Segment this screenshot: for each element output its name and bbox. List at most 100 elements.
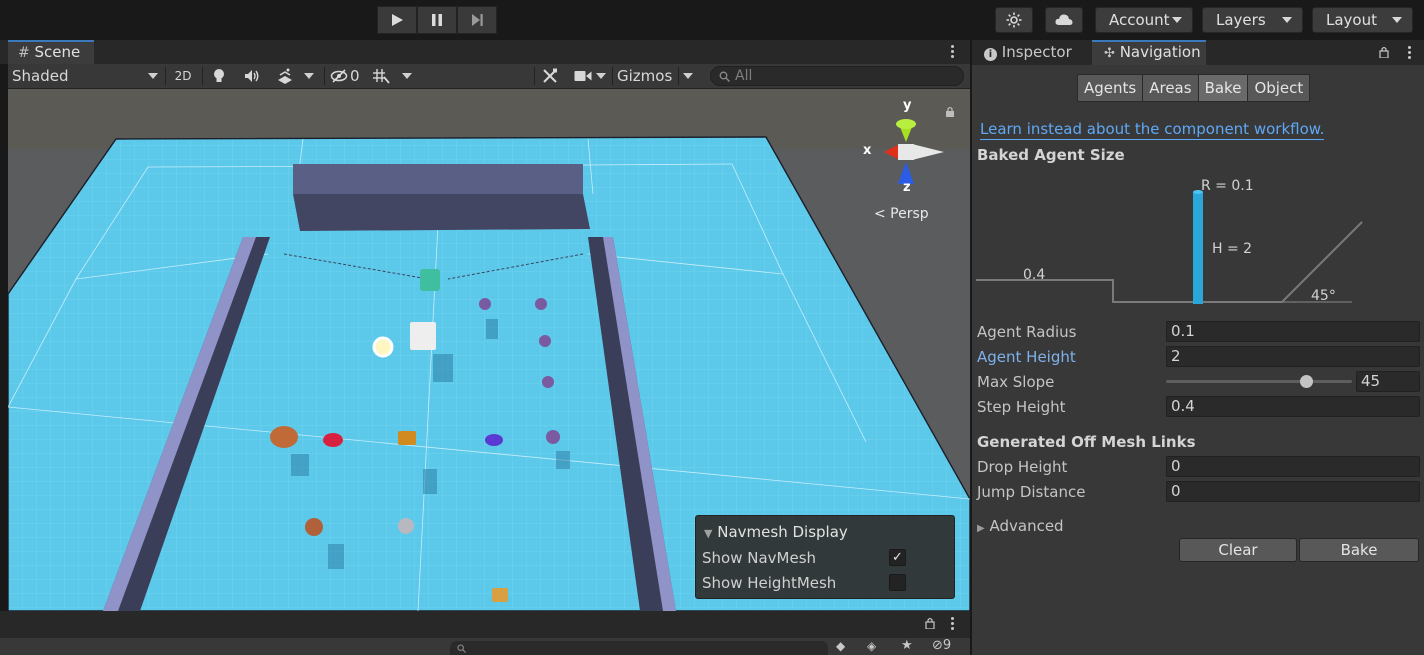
- hidden-objects-toggle[interactable]: ⊘9: [932, 638, 951, 653]
- overlay-title: Navmesh Display: [717, 523, 848, 541]
- scene-menu-icon[interactable]: [951, 45, 955, 60]
- lower-panel: ◆ ◈ ★ ⊘9: [0, 611, 970, 655]
- grid-snap-icon: [373, 69, 390, 84]
- playback-controls: [377, 6, 497, 34]
- tools-button[interactable]: [542, 64, 562, 88]
- navigation-panel: i Inspector ✣ Navigation Agents Areas Ba…: [972, 40, 1424, 655]
- overlay-title-row[interactable]: ▼ Navmesh Display: [704, 523, 848, 541]
- jump-distance-label: Jump Distance: [977, 483, 1086, 501]
- scene-search-input[interactable]: All: [710, 66, 964, 86]
- effects-dropdown[interactable]: [304, 64, 318, 88]
- tab-navigation[interactable]: ✣ Navigation: [1092, 40, 1206, 65]
- axis-x-label: x: [863, 143, 872, 158]
- grid-dropdown[interactable]: [402, 64, 416, 88]
- component-workflow-link[interactable]: Learn instead about the component workfl…: [980, 120, 1325, 140]
- audio-toggle[interactable]: [244, 64, 264, 88]
- tab-scene[interactable]: # Scene: [8, 40, 94, 64]
- max-slope-slider-thumb[interactable]: [1299, 375, 1313, 388]
- projection-label[interactable]: < Persp: [874, 206, 929, 222]
- light-gizmo: [372, 336, 394, 358]
- panel-menu-icon[interactable]: [1408, 46, 1412, 61]
- play-button[interactable]: [377, 6, 417, 34]
- effects-icon: [278, 68, 292, 84]
- axis-z-label: z: [903, 180, 911, 195]
- agent-radius-field[interactable]: 0.1: [1166, 321, 1420, 342]
- clear-button[interactable]: Clear: [1179, 538, 1297, 562]
- tab-agents[interactable]: Agents: [1077, 74, 1144, 102]
- show-navmesh-checkbox[interactable]: ✓: [889, 549, 906, 566]
- baked-agent-size-title: Baked Agent Size: [977, 146, 1125, 164]
- advanced-foldout[interactable]: ▶ Advanced: [977, 517, 1064, 535]
- gizmos-dropdown[interactable]: [683, 64, 697, 88]
- hidden-eye-icon: [330, 69, 348, 83]
- back-wall-top: [293, 164, 583, 194]
- scene-tab-label: Scene: [34, 43, 81, 61]
- main-toolbar: Account Layers Layout: [0, 0, 1424, 40]
- camera-icon: [574, 71, 592, 81]
- agent-height-field[interactable]: 2: [1166, 346, 1420, 367]
- step-icon: [472, 14, 483, 26]
- bake-button[interactable]: Bake: [1299, 538, 1419, 562]
- search-icon: [719, 71, 730, 82]
- shading-mode-dropdown[interactable]: Shaded: [12, 64, 158, 88]
- hidden-eye-icon: ⊘: [932, 638, 943, 653]
- hierarchy-search-input[interactable]: [450, 641, 828, 655]
- camera-button[interactable]: [574, 64, 594, 88]
- 2d-toggle[interactable]: 2D: [171, 64, 195, 88]
- chevron-down-icon: [1282, 17, 1292, 23]
- effects-toggle[interactable]: [276, 64, 296, 88]
- chevron-down-icon: [402, 73, 412, 79]
- chevron-down-icon: [596, 73, 606, 79]
- scene-visibility-toggle[interactable]: 0: [330, 64, 366, 88]
- gizmos-button[interactable]: Gizmos: [617, 64, 677, 88]
- tab-areas[interactable]: Areas: [1142, 74, 1199, 102]
- layout-dropdown[interactable]: Layout: [1312, 7, 1413, 33]
- lightbulb-icon: [214, 69, 224, 82]
- tag-icon[interactable]: ◈: [867, 639, 876, 653]
- max-slope-slider[interactable]: [1166, 380, 1352, 383]
- chevron-down-icon: [148, 73, 158, 79]
- max-slope-field[interactable]: 45: [1356, 371, 1420, 392]
- drop-height-field[interactable]: 0: [1166, 456, 1420, 477]
- divider: [202, 67, 203, 85]
- layers-dropdown[interactable]: Layers: [1202, 7, 1303, 33]
- panel-menu-icon[interactable]: [951, 617, 955, 632]
- divider: [678, 67, 679, 85]
- step-label: 0.4: [1023, 267, 1046, 283]
- cloud-button[interactable]: [1045, 7, 1083, 33]
- jump-distance-field[interactable]: 0: [1166, 481, 1420, 502]
- account-label: Account: [1109, 11, 1170, 29]
- show-heightmesh-checkbox[interactable]: [889, 574, 906, 591]
- camera-dropdown[interactable]: [596, 64, 610, 88]
- account-dropdown[interactable]: Account: [1095, 7, 1193, 33]
- tab-bake[interactable]: Bake: [1197, 74, 1249, 102]
- tab-inspector[interactable]: i Inspector: [972, 40, 1090, 65]
- shading-mode-label: Shaded: [12, 67, 69, 85]
- navmesh-display-overlay: ▼ Navmesh Display Show NavMesh ✓ Show He…: [695, 515, 955, 599]
- search-placeholder: All: [735, 68, 753, 84]
- layers-label: Layers: [1216, 11, 1266, 29]
- lock-icon[interactable]: [925, 617, 935, 629]
- checkmark-icon: ✓: [892, 550, 903, 565]
- scene-tab-bar: # Scene: [0, 40, 970, 64]
- chevron-down-icon: [683, 73, 693, 79]
- orientation-gizmo[interactable]: y x z < Persp: [860, 98, 950, 222]
- lighting-toggle[interactable]: [213, 64, 231, 88]
- 2d-label: 2D: [174, 69, 192, 83]
- hierarchy-toolbar: ◆ ◈ ★ ⊘9: [0, 638, 970, 655]
- tab-object[interactable]: Object: [1247, 74, 1311, 102]
- services-button[interactable]: [995, 7, 1033, 33]
- grid-snap-toggle[interactable]: [372, 64, 394, 88]
- step-height-field[interactable]: 0.4: [1166, 396, 1420, 417]
- lock-icon[interactable]: [945, 106, 955, 117]
- navigation-icon: ✣: [1104, 46, 1115, 61]
- grid-icon: #: [18, 45, 30, 61]
- star-icon[interactable]: ★: [901, 638, 913, 653]
- pause-button[interactable]: [417, 6, 457, 34]
- step-button[interactable]: [457, 6, 497, 34]
- divider: [612, 67, 613, 85]
- lock-icon[interactable]: [1379, 46, 1389, 58]
- tools-icon: [543, 68, 557, 83]
- filter-type-icon[interactable]: ◆: [836, 639, 845, 653]
- drop-height-label: Drop Height: [977, 458, 1068, 476]
